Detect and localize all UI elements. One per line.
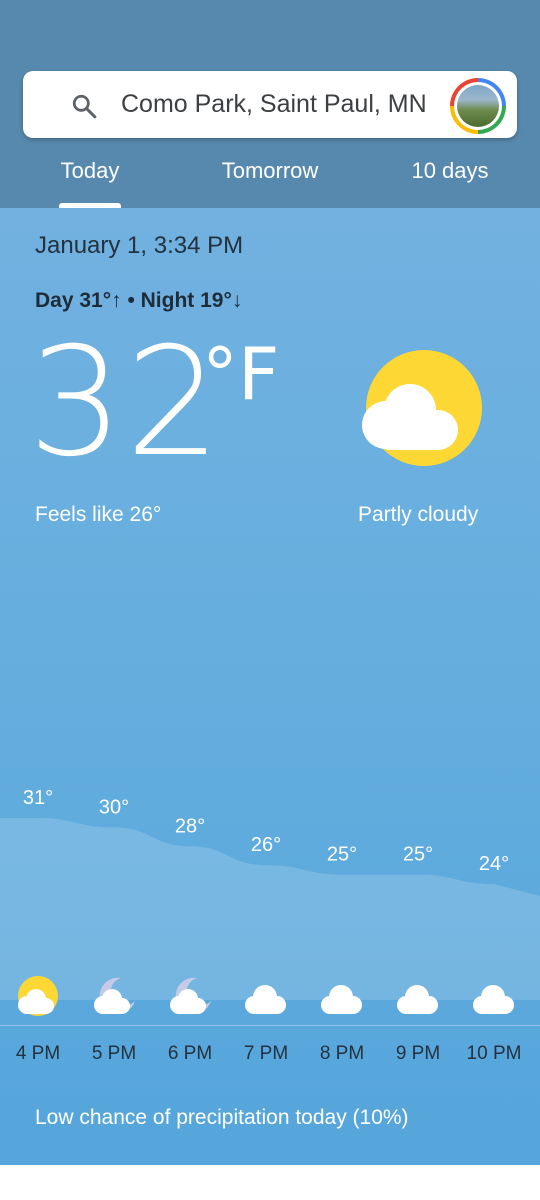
search-bar[interactable]: Como Park, Saint Paul, MN <box>23 71 517 138</box>
cloudy-night-icon <box>167 975 213 1019</box>
hourly-time: 7 PM <box>243 1043 289 1064</box>
cloudy-night-icon <box>91 975 137 1019</box>
tab-10-days[interactable]: 10 days <box>411 158 488 184</box>
hourly-temp-label: 24° <box>479 853 509 875</box>
hourly-temperature-graph: 31° 30° 28° 26° 25° 25° 24° <box>0 787 540 1000</box>
search-input[interactable]: Como Park, Saint Paul, MN <box>121 71 427 138</box>
tab-tomorrow[interactable]: Tomorrow <box>222 158 319 184</box>
condition-text: Partly cloudy <box>358 503 479 526</box>
partly-cloudy-icon <box>362 350 482 466</box>
hourly-temp-label: 31° <box>23 787 53 809</box>
account-photo <box>457 85 499 127</box>
tab-today[interactable]: Today <box>61 158 120 184</box>
hourly-time: 5 PM <box>91 1043 137 1064</box>
avatar[interactable] <box>450 78 506 134</box>
hourly-time: 4 PM <box>15 1043 61 1064</box>
temperature-unit[interactable]: °F <box>202 338 279 410</box>
current-datetime: January 1, 3:34 PM <box>35 232 244 259</box>
hourly-time: 10 PM <box>466 1043 522 1064</box>
hourly-temp-label: 30° <box>99 796 129 818</box>
bottom-strip <box>0 1165 540 1200</box>
current-temperature: 32 <box>28 316 223 490</box>
cloud-icon <box>471 975 517 1019</box>
cloud-icon <box>319 975 365 1019</box>
partly-cloudy-icon <box>15 975 61 1019</box>
day-night-temps: Day 31°↑ • Night 19°↓ <box>35 289 243 312</box>
hourly-temp-label: 28° <box>175 815 205 837</box>
search-icon[interactable] <box>71 93 97 119</box>
cloud-icon <box>243 975 289 1019</box>
cloud-icon <box>395 975 441 1019</box>
hourly-temp-label: 25° <box>403 844 433 866</box>
hourly-time: 9 PM <box>395 1043 441 1064</box>
hourly-temp-label: 26° <box>251 834 281 856</box>
hourly-temp-label: 25° <box>327 844 357 866</box>
hourly-time: 6 PM <box>167 1043 213 1064</box>
precipitation-summary: Low chance of precipitation today (10%) <box>35 1106 409 1129</box>
feels-like: Feels like 26° <box>35 503 162 526</box>
hourly-divider <box>0 1025 540 1026</box>
hourly-time: 8 PM <box>319 1043 365 1064</box>
